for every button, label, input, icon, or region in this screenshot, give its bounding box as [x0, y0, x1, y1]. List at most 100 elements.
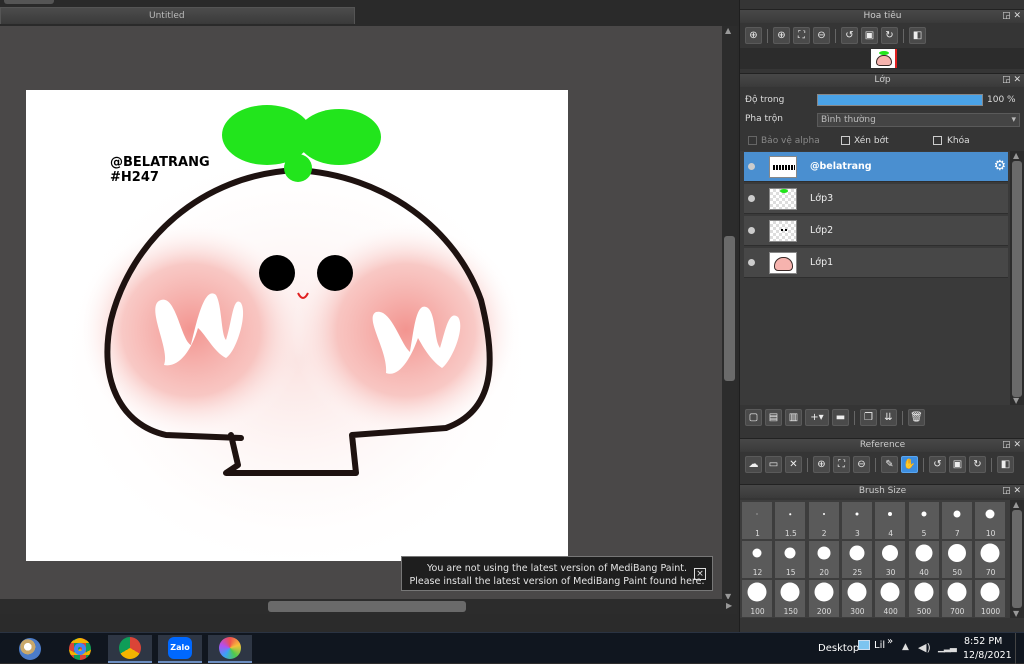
brush-size-cell[interactable]: 1	[742, 502, 773, 540]
brush-size-cell[interactable]: 50	[941, 541, 973, 579]
horizontal-scrollbar[interactable]: ▶	[0, 599, 737, 614]
zoom-in-icon[interactable]: ⊕	[813, 456, 830, 473]
layer-row-lop2[interactable]: Lớp2	[744, 216, 1008, 246]
brush-size-cell[interactable]: 3	[841, 502, 873, 540]
brush-size-cell[interactable]: 30	[875, 541, 907, 579]
rotate-right-icon[interactable]: ↻	[881, 27, 898, 44]
layer-list-scrollbar[interactable]: ▲ ▼	[1010, 151, 1024, 405]
fit-window-icon[interactable]: ⛶	[793, 27, 810, 44]
brush-size-cell[interactable]: 500	[908, 580, 940, 618]
brush-size-cell[interactable]: 15	[775, 541, 807, 579]
float-icon[interactable]: ◲	[1002, 11, 1011, 21]
scroll-down-icon[interactable]: ▼	[1013, 609, 1019, 618]
new-halftone-layer-icon[interactable]: ▤	[765, 409, 782, 426]
document-tab[interactable]: Untitled	[0, 7, 355, 24]
show-hidden-icons-icon[interactable]: ▲	[902, 642, 909, 652]
brush-size-cell[interactable]: 1.5	[775, 502, 807, 540]
brush-size-cell[interactable]: 2	[808, 502, 840, 540]
brush-size-cell[interactable]: 10	[975, 502, 1007, 540]
float-icon[interactable]: ◲	[1002, 440, 1011, 450]
scroll-down-icon[interactable]: ▼	[1013, 396, 1019, 405]
brush-size-cell[interactable]: 400	[875, 580, 907, 618]
clock-time[interactable]: 8:52 PM	[964, 636, 1002, 647]
brush-size-cell[interactable]: 5	[908, 502, 940, 540]
flip-icon[interactable]: ◧	[909, 27, 926, 44]
update-notice[interactable]: You are not using the latest version of …	[401, 556, 713, 591]
scroll-right-icon[interactable]: ▶	[726, 601, 732, 610]
scroll-up-icon[interactable]: ▲	[1013, 151, 1019, 160]
fit-icon[interactable]: ⛶	[833, 456, 850, 473]
new-folder-icon[interactable]: ▬	[832, 409, 849, 426]
actual-size-icon[interactable]: ▣	[949, 456, 966, 473]
navigator-preview[interactable]	[740, 48, 1024, 69]
toolbar-overflow-icon[interactable]: »	[887, 636, 893, 647]
brush-grid-scrollbar[interactable]: ▲ ▼	[1010, 500, 1024, 618]
brush-scroll-thumb[interactable]	[1012, 510, 1022, 608]
clock-date[interactable]: 12/8/2021	[963, 650, 1012, 661]
close-icon[interactable]: ✕	[1013, 440, 1021, 450]
scroll-up-icon[interactable]: ▲	[725, 26, 731, 35]
close-icon[interactable]: ✕	[785, 456, 802, 473]
brush-size-cell[interactable]: 4	[875, 502, 907, 540]
rotate-right-icon[interactable]: ↻	[969, 456, 986, 473]
open-cloud-icon[interactable]: ☁	[745, 456, 762, 473]
lil-toolbar-label[interactable]: Lil	[874, 640, 885, 651]
zoom-out-icon[interactable]: ⊖	[853, 456, 870, 473]
notice-close-button[interactable]: ×	[694, 568, 706, 580]
delete-layer-icon[interactable]: 🗑	[908, 409, 925, 426]
new-8bit-layer-icon[interactable]: ▥	[785, 409, 802, 426]
brush-size-cell[interactable]: 100	[742, 580, 773, 618]
eyedropper-icon[interactable]: ✎	[881, 456, 898, 473]
layer-scroll-thumb[interactable]	[1012, 161, 1022, 397]
visibility-icon[interactable]	[748, 195, 755, 202]
rotate-left-icon[interactable]: ↺	[841, 27, 858, 44]
visibility-icon[interactable]	[748, 227, 755, 234]
brush-size-cell[interactable]: 700	[941, 580, 973, 618]
brush-size-cell[interactable]: 1000	[975, 580, 1007, 618]
brush-size-cell[interactable]: 7	[941, 502, 973, 540]
flip-icon[interactable]: ◧	[997, 456, 1014, 473]
drawing-canvas[interactable]: @BELATRANG #H247	[26, 90, 568, 561]
rotate-left-icon[interactable]: ↺	[929, 456, 946, 473]
actual-size-icon[interactable]: ▣	[861, 27, 878, 44]
brush-size-cell[interactable]: 40	[908, 541, 940, 579]
chrome-taskbar-icon[interactable]	[58, 635, 102, 663]
folder-icon[interactable]	[858, 640, 870, 650]
opacity-slider[interactable]	[817, 94, 983, 106]
brush-size-cell[interactable]: 25	[841, 541, 873, 579]
chrome-open-taskbar-icon[interactable]	[108, 635, 152, 663]
brush-size-cell[interactable]: 12	[742, 541, 773, 579]
blend-mode-select[interactable]: Bình thường ▾	[817, 113, 1020, 127]
desktop-toolbar-label[interactable]: Desktop	[818, 643, 859, 654]
open-folder-icon[interactable]: ▭	[765, 456, 782, 473]
merge-down-icon[interactable]: ⇊	[880, 409, 897, 426]
layer-row-lop1[interactable]: Lớp1	[744, 248, 1008, 278]
zoom-fit-icon[interactable]: ⊕	[745, 27, 762, 44]
medibang-paint-taskbar-icon[interactable]	[8, 635, 52, 663]
add-layer-menu-icon[interactable]: +▾	[805, 409, 829, 426]
zoom-out-icon[interactable]: ⊖	[813, 27, 830, 44]
float-icon[interactable]: ◲	[1002, 486, 1011, 496]
horizontal-scroll-thumb[interactable]	[268, 601, 466, 612]
hand-icon[interactable]: ✋	[901, 456, 918, 473]
vertical-scrollbar[interactable]: ▲ ▼	[722, 26, 737, 602]
protect-alpha-checkbox[interactable]	[748, 136, 757, 145]
zoom-in-icon[interactable]: ⊕	[773, 27, 790, 44]
brush-size-cell[interactable]: 20	[808, 541, 840, 579]
lock-checkbox[interactable]	[933, 136, 942, 145]
medibang-open-taskbar-icon[interactable]	[208, 635, 252, 663]
volume-icon[interactable]: ◀)	[918, 641, 931, 654]
menu-sliver[interactable]	[4, 0, 54, 4]
layer-row-lop3[interactable]: Lớp3	[744, 184, 1008, 214]
scroll-up-icon[interactable]: ▲	[1013, 500, 1019, 509]
vertical-scroll-thumb[interactable]	[724, 236, 735, 381]
layer-row-belatrang[interactable]: @belatrang ⚙	[744, 152, 1008, 182]
new-layer-icon[interactable]: ▢	[745, 409, 762, 426]
show-desktop-button[interactable]	[1015, 633, 1024, 664]
visibility-icon[interactable]	[748, 163, 755, 170]
gear-icon[interactable]: ⚙	[993, 158, 1006, 174]
brush-size-cell[interactable]: 150	[775, 580, 807, 618]
close-icon[interactable]: ✕	[1013, 11, 1021, 21]
close-icon[interactable]: ✕	[1013, 486, 1021, 496]
clipping-checkbox[interactable]	[841, 136, 850, 145]
